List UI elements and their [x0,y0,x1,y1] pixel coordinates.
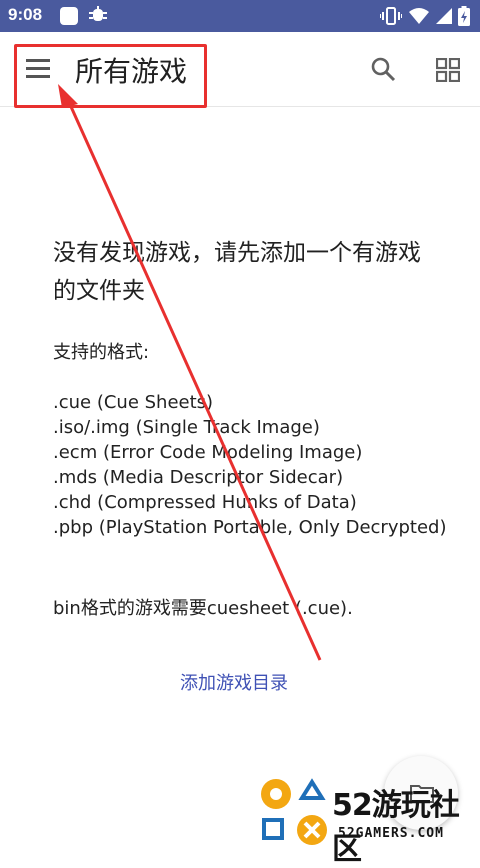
annotation-highlight-box [14,44,207,108]
vibrate-icon [380,7,402,25]
add-game-folder-button[interactable]: 添加游戏目录 [180,669,288,695]
grid-view-icon[interactable] [436,58,460,82]
bin-format-note: bin格式的游戏需要cuesheet (.cue). [53,598,353,619]
battery-icon [458,6,470,26]
watermark-logo: 52游玩社区 52GAMERS.COM [258,776,480,867]
watermark-title: 52游玩社区 [332,788,460,867]
wifi-icon [409,8,429,24]
game-buttons-logo-icon [261,778,327,845]
search-icon[interactable] [370,56,396,82]
watermark-url: 52GAMERS.COM [338,826,444,841]
status-bar: 9:08 [0,0,480,32]
signal-icon [436,8,452,24]
supported-formats-text: 支持的格式: .cue (Cue Sheets) .iso/.img (Sing… [53,342,447,538]
bug-icon [88,3,108,30]
status-time: 9:08 [8,5,43,24]
empty-state-headline: 没有发现游戏，请先添加一个有游戏的文件夹 [53,240,421,304]
notification-square-icon [60,7,78,25]
